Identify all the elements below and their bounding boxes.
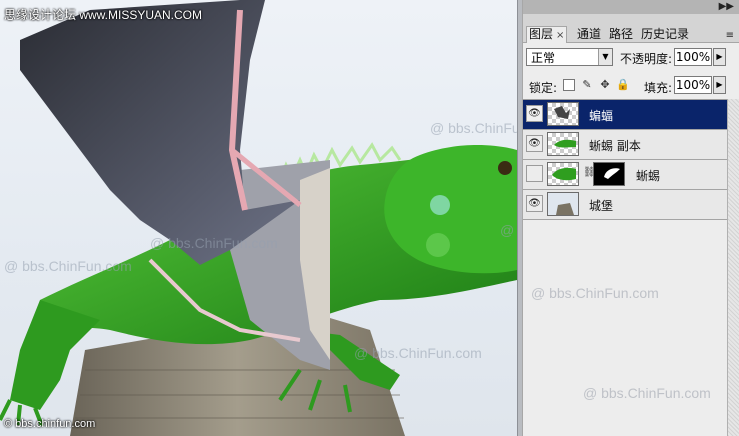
lock-position-icon[interactable]: ✥ [599, 79, 611, 91]
blend-opacity-row: 正常 ▼ 不透明度: 100% ▶ [523, 47, 739, 71]
layer-name[interactable]: 蝙蝠 [589, 107, 613, 124]
fill-label: 填充: [644, 81, 673, 95]
document-canvas[interactable]: 思缘设计论坛 www.MISSYUAN.COM @ bbs.ChinFun.co… [0, 0, 517, 436]
tab-history[interactable]: 历史记录 [639, 27, 691, 41]
layers-panel: ▶▶ 图层 × 通道 路径 历史记录 ≡ 正常 ▼ 不透明度: 100% ▶ 锁定… [522, 0, 739, 436]
double-chevron-right-icon[interactable]: ▶▶ [719, 0, 734, 14]
eye-icon[interactable]: 👁 [526, 105, 543, 122]
lock-transparent-icon[interactable] [563, 79, 575, 91]
lock-label: 锁定: [529, 81, 558, 95]
blend-mode-value: 正常 [531, 51, 556, 65]
site-footer-text: © bbs.chinfun.com [4, 418, 96, 430]
layer-thumbnail [547, 132, 579, 156]
eye-icon[interactable]: 👁 [526, 135, 543, 152]
layer-row-castle[interactable]: 👁 城堡 [523, 190, 727, 220]
fill-field[interactable]: 100% [674, 76, 712, 94]
layer-thumbnail [547, 102, 579, 126]
site-logo-text: 思缘设计论坛 www.MISSYUAN.COM [4, 8, 203, 22]
panel-tabbar: 图层 × 通道 路径 历史记录 ≡ [523, 14, 739, 43]
layer-name[interactable]: 城堡 [589, 197, 613, 214]
tab-paths[interactable]: 路径 [607, 27, 635, 41]
watermark-text: @ bbs.ChinFun.com [150, 235, 278, 251]
layer-mask-thumbnail[interactable] [593, 162, 625, 186]
layers-scrollbar[interactable] [727, 99, 739, 436]
watermark-text: @ bbs.ChinFun.com [354, 345, 482, 361]
layer-row-lizard[interactable]: ⛓ 蜥蜴 [523, 160, 727, 190]
watermark-text: @ bbs.ChinFun.com [430, 120, 517, 136]
layer-thumbnail [547, 162, 579, 186]
opacity-label: 不透明度: [620, 52, 673, 66]
opacity-slider-arrow-icon[interactable]: ▶ [713, 48, 726, 66]
watermark-text: @ bbs.ChinFun.com [583, 385, 711, 401]
layers-list: 👁 蝙蝠 👁 蜥蜴 副本 ⛓ 蜥蜴 👁 城堡 [523, 99, 727, 220]
layer-name[interactable]: 蜥蜴 副本 [589, 137, 641, 154]
eye-icon[interactable]: 👁 [526, 195, 543, 212]
panel-menu-icon[interactable]: ≡ [726, 30, 734, 41]
layer-name[interactable]: 蜥蜴 [636, 167, 660, 184]
close-icon[interactable]: × [556, 30, 564, 41]
tab-layers[interactable]: 图层 × [526, 26, 568, 43]
layer-row-lizard-copy[interactable]: 👁 蜥蜴 副本 [523, 130, 727, 160]
watermark-text: @ bbs.ChinFun.com [4, 258, 132, 274]
layer-row-bat[interactable]: 👁 蝙蝠 [523, 100, 727, 130]
panel-dock-header[interactable]: ▶▶ [523, 0, 739, 14]
opacity-field[interactable]: 100% [674, 48, 712, 66]
fill-slider-arrow-icon[interactable]: ▶ [713, 76, 726, 94]
lock-image-icon[interactable]: ✎ [581, 79, 593, 91]
layer-thumbnail [547, 192, 579, 216]
watermark-text: @ bbs.ChinFun.com [500, 222, 517, 238]
lock-fill-row: 锁定: ✎ ✥ 🔒 填充: 100% ▶ [523, 75, 739, 97]
lock-all-icon[interactable]: 🔒 [616, 79, 630, 91]
eye-toggle-empty[interactable] [526, 165, 543, 182]
link-chain-icon[interactable]: ⛓ [583, 167, 596, 180]
artwork-image [0, 0, 517, 436]
blend-mode-select[interactable]: 正常 ▼ [526, 48, 613, 66]
watermark-text: @ bbs.ChinFun.com [531, 285, 659, 301]
tab-channels[interactable]: 通道 [575, 27, 603, 41]
chevron-down-icon[interactable]: ▼ [598, 49, 612, 65]
